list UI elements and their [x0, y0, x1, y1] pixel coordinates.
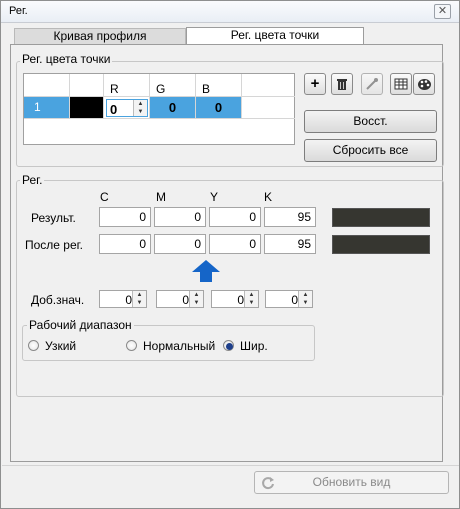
close-icon: ✕	[437, 5, 448, 17]
radio-wide[interactable]	[223, 340, 234, 351]
col-c-label: C	[100, 190, 109, 204]
update-view-button[interactable]: Обновить вид	[254, 471, 449, 494]
spin-arrows-icon[interactable]: ▲ ▼	[189, 291, 203, 307]
add-y-spinbox[interactable]: 0 ▲ ▼	[211, 290, 259, 308]
update-view-label: Обновить вид	[312, 475, 391, 489]
result-c: 0	[99, 207, 151, 227]
row-r-cell[interactable]: 0 ▲ ▼	[104, 97, 150, 119]
spin-arrows-icon[interactable]: ▲ ▼	[244, 291, 258, 307]
dialog-window: Рег. ✕ Кривая профиля Рег. цвета точки Р…	[0, 0, 460, 509]
after-y: 0	[209, 234, 261, 254]
palette-button[interactable]	[413, 73, 435, 95]
add-value-label: Доб.знач.	[31, 293, 85, 307]
add-icon: +	[310, 75, 320, 92]
add-c-spinbox[interactable]: 0 ▲ ▼	[99, 290, 147, 308]
table-header-index	[24, 74, 70, 97]
row-b-cell[interactable]: 0	[196, 97, 242, 119]
table-header-r: R	[104, 74, 150, 97]
refresh-icon	[262, 477, 274, 490]
tab-label: Рег. цвета точки	[230, 28, 320, 42]
radio-normal-label[interactable]: Нормальный	[143, 339, 215, 353]
row-color-swatch	[70, 97, 104, 119]
eyedropper-icon	[366, 78, 378, 90]
result-color-swatch	[332, 208, 430, 227]
restore-button[interactable]: Восст.	[304, 110, 437, 133]
row-index[interactable]: 1	[24, 97, 70, 119]
table-header-b: B	[196, 74, 242, 97]
add-c-value: 0	[125, 293, 132, 307]
after-color-swatch	[332, 235, 430, 254]
window-title: Рег.	[9, 5, 28, 17]
row-empty	[242, 97, 295, 119]
title-bar: Рег. ✕	[1, 1, 459, 23]
spin-arrows-icon[interactable]: ▲ ▼	[298, 291, 312, 307]
after-m: 0	[154, 234, 206, 254]
table-header-g: G	[150, 74, 196, 97]
delete-button[interactable]	[331, 73, 353, 95]
row-g-cell[interactable]: 0	[150, 97, 196, 119]
r-value: 0	[110, 102, 118, 117]
result-m: 0	[154, 207, 206, 227]
after-k: 95	[264, 234, 316, 254]
r-spinbox[interactable]: 0 ▲ ▼	[106, 99, 148, 117]
col-m-label: M	[156, 190, 166, 204]
add-m-value: 0	[182, 293, 189, 307]
reset-all-button[interactable]: Сбросить все	[304, 139, 437, 162]
result-k: 95	[264, 207, 316, 227]
result-label: Результ.	[31, 211, 76, 225]
table-button[interactable]	[390, 73, 412, 95]
table-header-empty	[242, 74, 295, 97]
palette-icon	[417, 79, 431, 90]
spin-arrows-icon[interactable]: ▲ ▼	[133, 100, 147, 116]
close-button[interactable]: ✕	[434, 4, 451, 19]
add-y-value: 0	[237, 293, 244, 307]
add-k-spinbox[interactable]: 0 ▲ ▼	[265, 290, 313, 308]
col-k-label: K	[264, 190, 273, 204]
add-button[interactable]: +	[304, 73, 326, 95]
eyedropper-button[interactable]	[361, 73, 383, 95]
footer-divider	[2, 465, 459, 466]
radio-normal[interactable]	[126, 340, 137, 351]
radio-narrow-label[interactable]: Узкий	[45, 339, 76, 353]
result-y: 0	[209, 207, 261, 227]
after-c: 0	[99, 234, 151, 254]
spin-arrows-icon[interactable]: ▲ ▼	[132, 291, 146, 307]
add-k-value: 0	[291, 293, 298, 307]
table-header-color	[70, 74, 104, 97]
col-y-label: Y	[210, 190, 219, 204]
point-color-group-label: Рег. цвета точки	[20, 52, 113, 66]
after-label: После рег.	[25, 238, 83, 252]
radio-wide-label[interactable]: Шир.	[240, 339, 268, 353]
tab-label: Кривая профиля	[53, 29, 147, 43]
working-range-label: Рабочий диапазон	[27, 318, 134, 332]
radio-narrow[interactable]	[28, 340, 39, 351]
delete-icon	[337, 79, 347, 90]
reg-group-label: Рег.	[20, 173, 45, 187]
tab-point-color[interactable]: Рег. цвета точки	[186, 27, 364, 45]
add-m-spinbox[interactable]: 0 ▲ ▼	[156, 290, 204, 308]
table-icon	[394, 78, 408, 90]
tab-profile-curve[interactable]: Кривая профиля	[14, 28, 186, 44]
point-table[interactable]: R G B 1 0 ▲ ▼ 0 0	[23, 73, 295, 145]
up-arrow-icon	[192, 260, 220, 282]
